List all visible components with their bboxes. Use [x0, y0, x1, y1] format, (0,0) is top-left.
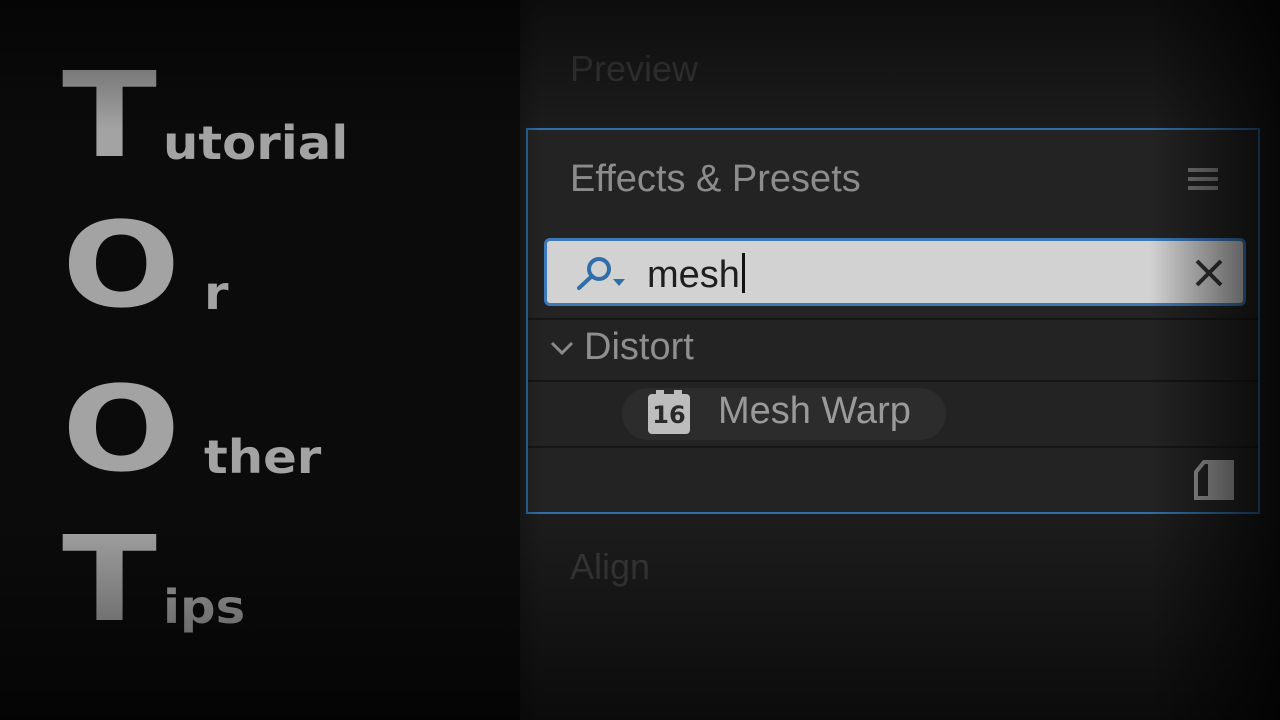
- chevron-down-icon[interactable]: [548, 334, 576, 362]
- acronym-title: T utorial O r O ther T ips: [0, 0, 500, 720]
- acronym-word-rest: utorial: [162, 116, 348, 170]
- effect-item-mesh-warp[interactable]: 16 Mesh Warp: [622, 388, 946, 440]
- search-query-text: mesh: [647, 254, 740, 296]
- acronym-word-rest: ips: [162, 580, 245, 634]
- effects-presets-panel: Effects & Presets mesh Distort 16 Mesh W…: [526, 128, 1260, 514]
- tree-group-distort[interactable]: Distort: [528, 320, 1258, 378]
- acronym-initial: O: [62, 360, 181, 498]
- acronym-row-tutorial: T utorial: [62, 46, 348, 184]
- video-frame: T utorial O r O ther T ips Preview Effec…: [0, 0, 1280, 720]
- search-query: mesh: [647, 253, 745, 297]
- align-panel-tab[interactable]: Align: [570, 546, 650, 588]
- search-dropdown-icon[interactable]: [571, 253, 631, 293]
- divider: [528, 446, 1258, 448]
- text-caret: [741, 253, 745, 293]
- panel-stack: Preview Effects & Presets mesh Distort 1…: [520, 0, 1280, 720]
- acronym-word-rest: r: [204, 266, 229, 320]
- search-input[interactable]: mesh: [544, 238, 1246, 306]
- effect-label: Mesh Warp: [718, 390, 911, 432]
- divider: [528, 380, 1258, 382]
- acronym-row-or: O r: [62, 196, 229, 334]
- acronym-initial: O: [62, 196, 181, 334]
- acronym-row-tips: T ips: [62, 510, 245, 648]
- panel-title: Effects & Presets: [570, 158, 861, 200]
- acronym-initial: T: [62, 46, 157, 184]
- hamburger-menu-icon[interactable]: [1188, 168, 1218, 194]
- acronym-initial: T: [62, 510, 157, 648]
- new-bin-icon[interactable]: [1192, 458, 1236, 502]
- edge-fade: [480, 0, 540, 720]
- group-label: Distort: [584, 326, 694, 368]
- effect-16bpc-icon: 16: [648, 390, 690, 434]
- preview-panel-tab[interactable]: Preview: [570, 48, 698, 90]
- acronym-row-other: O ther: [62, 360, 322, 498]
- acronym-word-rest: ther: [204, 430, 322, 484]
- close-icon[interactable]: [1193, 257, 1225, 289]
- effect-badge-number: 16: [652, 401, 686, 429]
